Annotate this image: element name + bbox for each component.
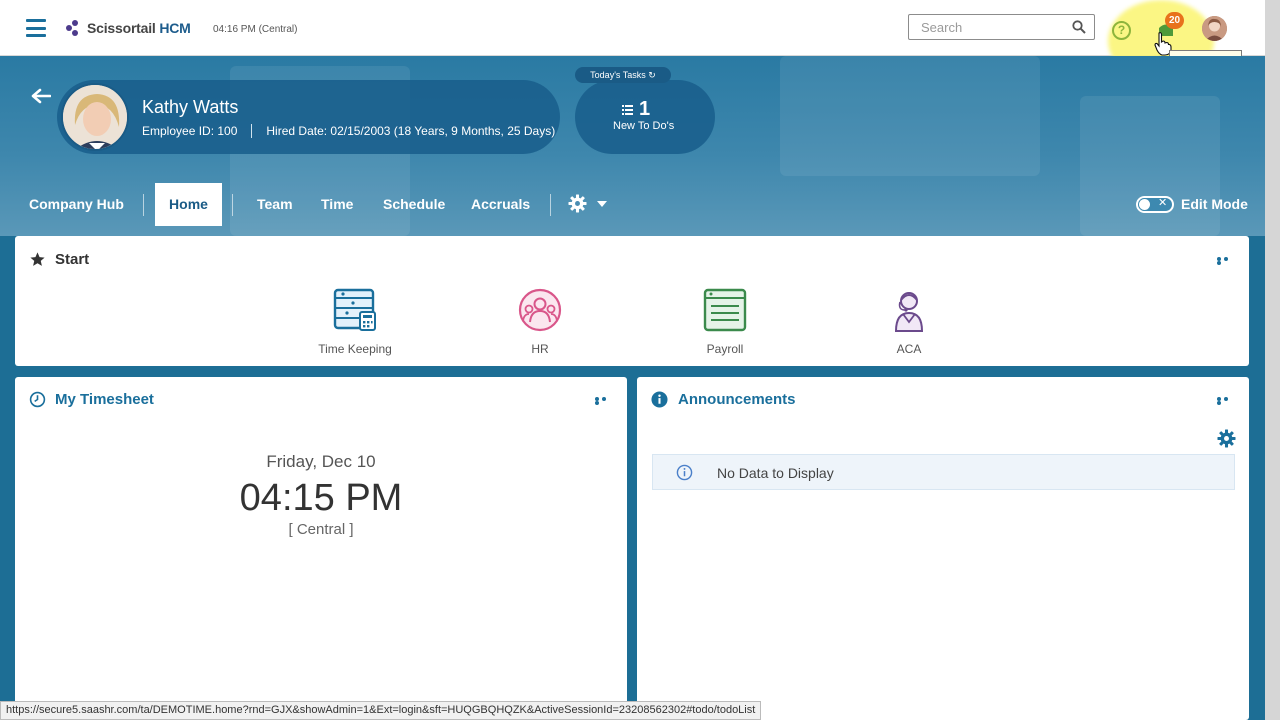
- profile-card: [57, 80, 560, 154]
- meta-divider: [251, 124, 253, 138]
- payroll-list-icon: [703, 288, 747, 332]
- start-item-label: Payroll: [706, 342, 744, 356]
- start-item-hr[interactable]: HR: [480, 288, 600, 356]
- app-logo[interactable]: Scissortail HCM: [66, 20, 191, 36]
- refresh-icon[interactable]: ↻: [648, 70, 656, 80]
- start-item-aca[interactable]: ACA: [849, 288, 969, 356]
- todays-tasks-tag[interactable]: Today's Tasks ↻: [575, 67, 671, 83]
- clock-icon: [29, 391, 46, 408]
- tab-time[interactable]: Time: [321, 183, 353, 226]
- browser-status-url: https://secure5.saashr.com/ta/DEMOTIME.h…: [0, 701, 762, 720]
- edit-mode-label: Edit Mode: [1181, 196, 1248, 212]
- start-more-icon[interactable]: [1217, 257, 1237, 265]
- employee-meta: Employee ID: 100 Hired Date: 02/15/2003 …: [142, 124, 555, 138]
- todo-count-value: 1: [639, 98, 651, 120]
- top-bar: Scissortail HCM 04:16 PM (Central) ? 20 …: [0, 0, 1280, 82]
- announcements-title: Announcements: [678, 391, 796, 408]
- start-item-payroll[interactable]: Payroll: [665, 288, 785, 356]
- star-icon: [30, 252, 45, 266]
- search-input[interactable]: [909, 15, 1064, 39]
- start-item-time-keeping[interactable]: Time Keeping: [295, 288, 415, 356]
- page-scrollbar[interactable]: [1265, 0, 1280, 720]
- nav-divider: [232, 194, 233, 216]
- search-box[interactable]: [908, 14, 1095, 40]
- toggle-knob: [1139, 199, 1150, 210]
- toggle-off-icon: ✕: [1158, 197, 1168, 209]
- hired-date: Hired Date: 02/15/2003 (18 Years, 9 Mont…: [266, 124, 556, 138]
- settings-gear-icon[interactable]: [1217, 429, 1236, 448]
- doctor-icon: [894, 292, 924, 332]
- mail-count-badge: 20: [1165, 12, 1184, 29]
- info-icon: [651, 391, 668, 408]
- timesheet-date: Friday, Dec 10: [266, 452, 376, 471]
- nav-divider: [143, 194, 144, 216]
- employee-id: Employee ID: 100: [142, 124, 238, 138]
- help-icon[interactable]: ?: [1112, 21, 1131, 40]
- timesheet-calculator-icon: [333, 288, 376, 331]
- no-data-banner: No Data to Display: [652, 454, 1235, 490]
- logo-text: Scissortail HCM: [87, 20, 191, 36]
- no-data-text: No Data to Display: [717, 465, 834, 481]
- edit-mode-toggle[interactable]: ✕: [1136, 196, 1174, 213]
- tab-home[interactable]: Home: [155, 183, 222, 226]
- announcements-widget: Announcements No Data to Display: [637, 377, 1249, 720]
- tab-company-hub[interactable]: Company Hub: [29, 183, 124, 226]
- profile-photo: [61, 83, 129, 151]
- announcements-more-icon[interactable]: [1217, 397, 1237, 405]
- search-icon[interactable]: [1072, 20, 1086, 34]
- timesheet-more-icon[interactable]: [595, 397, 615, 405]
- nav-divider: [550, 194, 551, 216]
- list-icon: [622, 104, 633, 115]
- header-clock: 04:16 PM (Central): [213, 24, 298, 35]
- tab-team[interactable]: Team: [257, 183, 293, 226]
- start-title: Start: [55, 251, 90, 268]
- back-arrow-icon[interactable]: [31, 88, 51, 104]
- timesheet-title: My Timesheet: [55, 391, 154, 408]
- people-group-icon: [518, 288, 562, 332]
- todo-label: New To Do's: [613, 120, 675, 132]
- timesheet-widget: My Timesheet Friday, Dec 10 04:15 PM [ C…: [15, 377, 627, 720]
- todays-tasks-label: Today's Tasks: [590, 70, 646, 80]
- tab-accruals[interactable]: Accruals: [471, 183, 530, 226]
- banner-bg-shape: [780, 56, 1040, 176]
- start-item-label: Time Keeping: [318, 342, 392, 356]
- start-item-label: ACA: [896, 342, 922, 356]
- todo-count[interactable]: 1: [622, 98, 650, 121]
- gear-icon[interactable]: [568, 194, 587, 213]
- timesheet-time: 04:15 PM: [239, 477, 403, 519]
- user-avatar[interactable]: [1202, 16, 1227, 41]
- tab-schedule[interactable]: Schedule: [383, 183, 445, 226]
- employee-name: Kathy Watts: [142, 97, 239, 117]
- user-avatar-image: [1202, 16, 1227, 41]
- info-outline-icon: [676, 464, 693, 481]
- main-nav: Company Hub Home Team Time Schedule Accr…: [0, 183, 1265, 227]
- chevron-down-icon[interactable]: [597, 201, 607, 208]
- timesheet-zone: [ Central ]: [288, 521, 354, 538]
- hamburger-menu-icon[interactable]: [26, 19, 46, 37]
- start-widget: Start Time Keeping HR Payroll ACA: [15, 236, 1249, 366]
- start-item-label: HR: [531, 342, 549, 356]
- logo-mark-icon: [66, 20, 84, 36]
